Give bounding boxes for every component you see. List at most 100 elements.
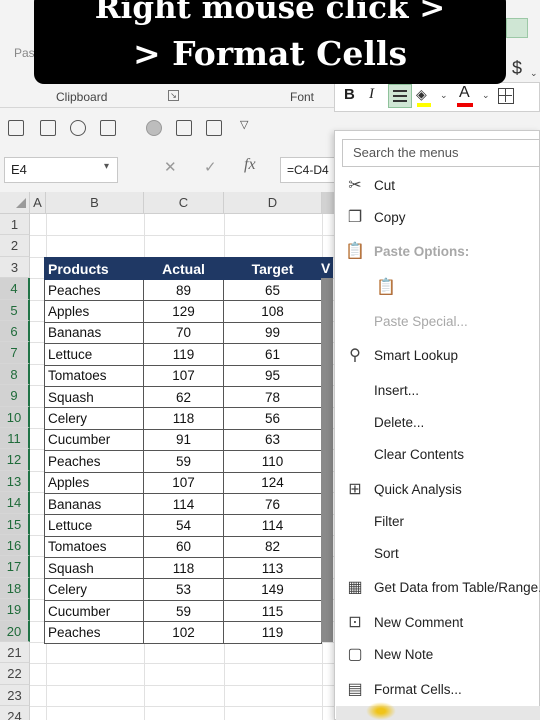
table-cell[interactable]: 54 bbox=[143, 514, 224, 537]
table-cell[interactable]: 107 bbox=[143, 471, 224, 494]
table-cell[interactable]: Apples bbox=[44, 471, 144, 494]
menu-item-cut[interactable]: Cut bbox=[374, 178, 395, 193]
camera-icon[interactable] bbox=[206, 120, 222, 136]
header-target[interactable]: Target bbox=[223, 257, 322, 280]
form-icon[interactable] bbox=[8, 120, 24, 136]
row-header[interactable]: 1 bbox=[0, 214, 30, 236]
row-header[interactable]: 7 bbox=[0, 342, 30, 364]
table-cell[interactable]: 114 bbox=[143, 492, 224, 516]
table-cell[interactable]: 110 bbox=[223, 450, 322, 473]
row-header[interactable]: 13 bbox=[0, 470, 30, 493]
table-cell[interactable]: Lettuce bbox=[44, 514, 144, 537]
table-cell[interactable]: 119 bbox=[143, 343, 224, 366]
share-icon[interactable] bbox=[40, 120, 56, 136]
table-cell[interactable]: 95 bbox=[223, 364, 322, 387]
borders-icon[interactable] bbox=[100, 120, 116, 136]
row-header[interactable]: 16 bbox=[0, 535, 30, 557]
align-center-icon[interactable] bbox=[388, 84, 412, 108]
table-cell[interactable]: 59 bbox=[143, 599, 224, 623]
insert-function-icon[interactable]: fx bbox=[244, 156, 256, 174]
italic-button[interactable]: I bbox=[369, 86, 374, 103]
table-cell[interactable]: 99 bbox=[223, 321, 322, 345]
table-cell[interactable]: 124 bbox=[223, 471, 322, 494]
header-products[interactable]: Products bbox=[44, 257, 144, 280]
menu-item-format-cells[interactable]: Format Cells... bbox=[374, 682, 462, 697]
chevron-down-icon[interactable]: ⌄ bbox=[482, 90, 490, 101]
table-cell[interactable]: 119 bbox=[223, 621, 322, 644]
table-cell[interactable]: Celery bbox=[44, 407, 144, 430]
table-cell[interactable]: 118 bbox=[143, 407, 224, 430]
customize-toolbar-chevron-icon[interactable]: ▽ bbox=[240, 118, 248, 131]
record-icon[interactable] bbox=[146, 120, 162, 136]
menu-search-input[interactable]: Search the menus bbox=[342, 139, 540, 167]
row-header[interactable]: 9 bbox=[0, 385, 30, 407]
wrap-text-icon[interactable] bbox=[506, 18, 528, 38]
table-cell[interactable]: 91 bbox=[143, 428, 224, 452]
table-cell[interactable]: 118 bbox=[143, 557, 224, 580]
table-cell[interactable]: 129 bbox=[143, 300, 224, 323]
row-header[interactable]: 19 bbox=[0, 599, 30, 621]
table-cell[interactable]: Bananas bbox=[44, 492, 144, 516]
row-header[interactable]: 14 bbox=[0, 492, 30, 514]
menu-item-filter[interactable]: Filter bbox=[374, 514, 404, 529]
row-header[interactable]: 17 bbox=[0, 556, 30, 578]
column-header-a[interactable]: A bbox=[30, 192, 46, 214]
table-cell[interactable]: Tomatoes bbox=[44, 535, 144, 559]
borders-icon[interactable] bbox=[498, 88, 514, 104]
column-header-d[interactable]: D bbox=[224, 192, 322, 214]
menu-item-smart-lookup[interactable]: Smart Lookup bbox=[374, 348, 458, 363]
table-cell[interactable]: 78 bbox=[223, 385, 322, 409]
header-actual[interactable]: Actual bbox=[143, 257, 224, 280]
table-cell[interactable]: Cucumber bbox=[44, 428, 144, 452]
table-cell[interactable]: 63 bbox=[223, 428, 322, 452]
table-cell[interactable]: 113 bbox=[223, 557, 322, 580]
chevron-down-icon[interactable]: ⌄ bbox=[440, 90, 448, 101]
row-header[interactable]: 4 bbox=[0, 278, 30, 300]
row-header[interactable]: 12 bbox=[0, 449, 30, 471]
table-cell[interactable]: Tomatoes bbox=[44, 364, 144, 387]
table-cell[interactable]: 59 bbox=[143, 450, 224, 473]
row-header[interactable]: 24 bbox=[0, 706, 30, 720]
row-header[interactable]: 18 bbox=[0, 577, 30, 600]
table-cell[interactable]: 114 bbox=[223, 514, 322, 537]
table-cell[interactable]: Lettuce bbox=[44, 343, 144, 366]
font-color-button[interactable]: A bbox=[459, 84, 470, 102]
row-header[interactable]: 22 bbox=[0, 663, 30, 685]
row-header[interactable]: 8 bbox=[0, 363, 30, 386]
table-cell[interactable]: Apples bbox=[44, 300, 144, 323]
eye-icon[interactable] bbox=[70, 120, 86, 136]
table-cell[interactable]: 89 bbox=[143, 278, 224, 302]
menu-item-delete[interactable]: Delete... bbox=[374, 415, 424, 430]
paste-button[interactable]: Pas bbox=[14, 46, 35, 60]
menu-item-get-data-from-table-range[interactable]: Get Data from Table/Range... bbox=[374, 580, 540, 595]
row-header[interactable]: 6 bbox=[0, 321, 30, 343]
menu-item-insert[interactable]: Insert... bbox=[374, 383, 419, 398]
row-header[interactable]: 11 bbox=[0, 428, 30, 450]
enter-icon[interactable]: ✓ bbox=[204, 158, 217, 176]
chevron-down-icon[interactable]: ▾ bbox=[104, 161, 109, 172]
row-header[interactable]: 3 bbox=[0, 256, 30, 279]
table-cell[interactable]: 107 bbox=[143, 364, 224, 387]
menu-item-new-note[interactable]: New Note bbox=[374, 647, 433, 662]
table-cell[interactable]: 65 bbox=[223, 278, 322, 302]
formula-input[interactable]: =C4-D4 bbox=[280, 157, 340, 183]
table-cell[interactable]: 149 bbox=[223, 578, 322, 601]
preview-icon[interactable] bbox=[176, 120, 192, 136]
table-cell[interactable]: 53 bbox=[143, 578, 224, 601]
row-header[interactable]: 23 bbox=[0, 684, 30, 707]
row-header[interactable]: 21 bbox=[0, 642, 30, 664]
fill-color-icon[interactable]: ◈ bbox=[416, 86, 427, 103]
row-header[interactable]: 5 bbox=[0, 299, 30, 321]
table-cell[interactable]: 82 bbox=[223, 535, 322, 559]
table-cell[interactable]: 108 bbox=[223, 300, 322, 323]
table-cell[interactable]: 115 bbox=[223, 599, 322, 623]
header-variance[interactable]: V bbox=[321, 257, 333, 279]
table-cell[interactable]: Squash bbox=[44, 557, 144, 580]
table-cell[interactable]: Peaches bbox=[44, 450, 144, 473]
menu-item-clear-contents[interactable]: Clear Contents bbox=[374, 447, 464, 462]
table-cell[interactable]: 76 bbox=[223, 492, 322, 516]
table-cell[interactable]: 62 bbox=[143, 385, 224, 409]
column-header-b[interactable]: B bbox=[46, 192, 144, 214]
table-cell[interactable]: 70 bbox=[143, 321, 224, 345]
menu-item-sort[interactable]: Sort bbox=[374, 546, 399, 561]
